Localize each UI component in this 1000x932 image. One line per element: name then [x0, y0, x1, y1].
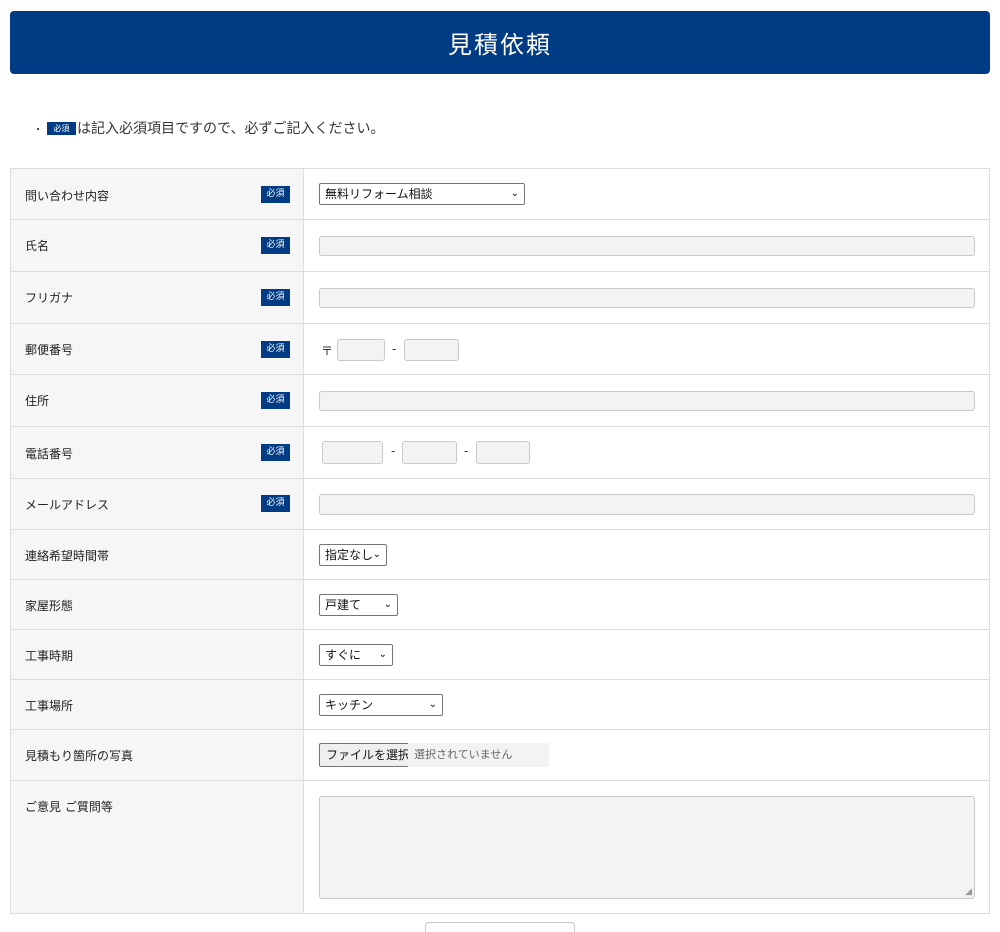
- field-label: 問い合わせ内容: [25, 189, 110, 203]
- form-row-photo: 見積もり箇所の写真 ファイルを選択 選択されていません: [10, 729, 990, 781]
- field-label: 工事場所: [25, 699, 74, 713]
- chevron-down-icon: ⌄: [428, 699, 437, 710]
- work-timing-selected: すぐに: [325, 648, 362, 662]
- form-row-house-type: 家屋形態 戸建て ⌄: [10, 579, 990, 630]
- label-cell: 問い合わせ内容 必須: [10, 168, 304, 220]
- notice-bullet: ・: [33, 124, 43, 136]
- work-timing-select[interactable]: すぐに ⌄: [319, 644, 393, 666]
- form-row-postal: 郵便番号 必須 〒 -: [10, 323, 990, 375]
- form-row-name: 氏名 必須: [10, 219, 990, 272]
- field-label: 家屋形態: [25, 599, 74, 613]
- required-notice: ・ 必須 は記入必須項目ですので、必ずご記入ください。: [33, 118, 384, 138]
- form-row-contact-time: 連絡希望時間帯 指定なし ⌄: [10, 529, 990, 580]
- form-row-email: メールアドレス 必須: [10, 478, 990, 530]
- notice-text: は記入必須項目ですので、必ずご記入ください。: [77, 121, 385, 137]
- postal-mark: 〒: [321, 344, 334, 358]
- phone-3-input[interactable]: [476, 441, 530, 464]
- field-label: 氏名: [25, 239, 50, 253]
- required-badge: 必須: [261, 495, 290, 512]
- chevron-down-icon: ⌄: [378, 649, 387, 660]
- phone-2-input[interactable]: [402, 441, 457, 464]
- required-badge: 必須: [261, 392, 290, 409]
- contact-time-selected: 指定なし: [325, 548, 374, 562]
- inquiry-selected: 無料リフォーム相談: [325, 187, 433, 201]
- phone-1-input[interactable]: [322, 441, 383, 464]
- field-label: 郵便番号: [25, 343, 74, 357]
- postal-code-2-input[interactable]: [404, 339, 459, 361]
- field-label: 住所: [25, 394, 50, 408]
- address-input[interactable]: [319, 391, 975, 411]
- house-type-select[interactable]: 戸建て ⌄: [319, 594, 398, 616]
- required-badge: 必須: [261, 341, 290, 358]
- furigana-input[interactable]: [319, 288, 975, 308]
- chevron-down-icon: ⌄: [383, 599, 392, 610]
- form-row-address: 住所 必須: [10, 374, 990, 427]
- postal-code-1-input[interactable]: [337, 339, 385, 361]
- field-label: メールアドレス: [25, 498, 110, 512]
- page-title: 見積依頼: [10, 11, 990, 74]
- chevron-down-icon: ⌄: [372, 549, 381, 560]
- required-badge: 必須: [261, 237, 290, 254]
- work-place-select[interactable]: キッチン ⌄: [319, 694, 443, 716]
- form-row-furigana: フリガナ 必須: [10, 271, 990, 324]
- postal-separator: -: [392, 342, 397, 356]
- required-badge: 必須: [261, 444, 290, 461]
- field-label: 工事時期: [25, 649, 74, 663]
- form-row-inquiry: 問い合わせ内容 必須 無料リフォーム相談 ⌄: [10, 168, 990, 220]
- field-label: フリガナ: [25, 291, 74, 305]
- form-row-work-place: 工事場所 キッチン ⌄: [10, 679, 990, 730]
- file-status: 選択されていません: [408, 743, 549, 767]
- field-label: 見積もり箇所の写真: [25, 749, 134, 763]
- email-input[interactable]: [319, 494, 975, 515]
- form-row-work-timing: 工事時期 すぐに ⌄: [10, 629, 990, 680]
- submit-button[interactable]: [425, 922, 575, 932]
- required-badge: 必須: [261, 186, 290, 203]
- chevron-down-icon: ⌄: [510, 188, 519, 199]
- phone-separator: -: [391, 444, 396, 458]
- inquiry-select[interactable]: 無料リフォーム相談 ⌄: [319, 183, 525, 205]
- field-label: 電話番号: [25, 447, 74, 461]
- inquiry-form: 問い合わせ内容 必須 無料リフォーム相談 ⌄ 氏名 必須 フリガナ 必須 郵便番…: [10, 168, 990, 914]
- work-place-selected: キッチン: [325, 698, 374, 712]
- house-type-selected: 戸建て: [325, 598, 362, 612]
- required-badge: 必須: [261, 289, 290, 306]
- comments-textarea[interactable]: ◢: [319, 796, 975, 899]
- form-row-comments: ご意見 ご質問等 ◢: [10, 780, 990, 914]
- contact-time-select[interactable]: 指定なし ⌄: [319, 544, 387, 566]
- field-label: 連絡希望時間帯: [25, 549, 110, 563]
- resize-grip-icon[interactable]: ◢: [965, 887, 972, 897]
- phone-separator: -: [464, 444, 469, 458]
- field-label: ご意見 ご質問等: [25, 800, 113, 814]
- required-badge: 必須: [47, 121, 76, 135]
- form-row-phone: 電話番号 必須 - -: [10, 426, 990, 479]
- choose-file-button[interactable]: ファイルを選択: [319, 743, 418, 767]
- name-input[interactable]: [319, 236, 975, 256]
